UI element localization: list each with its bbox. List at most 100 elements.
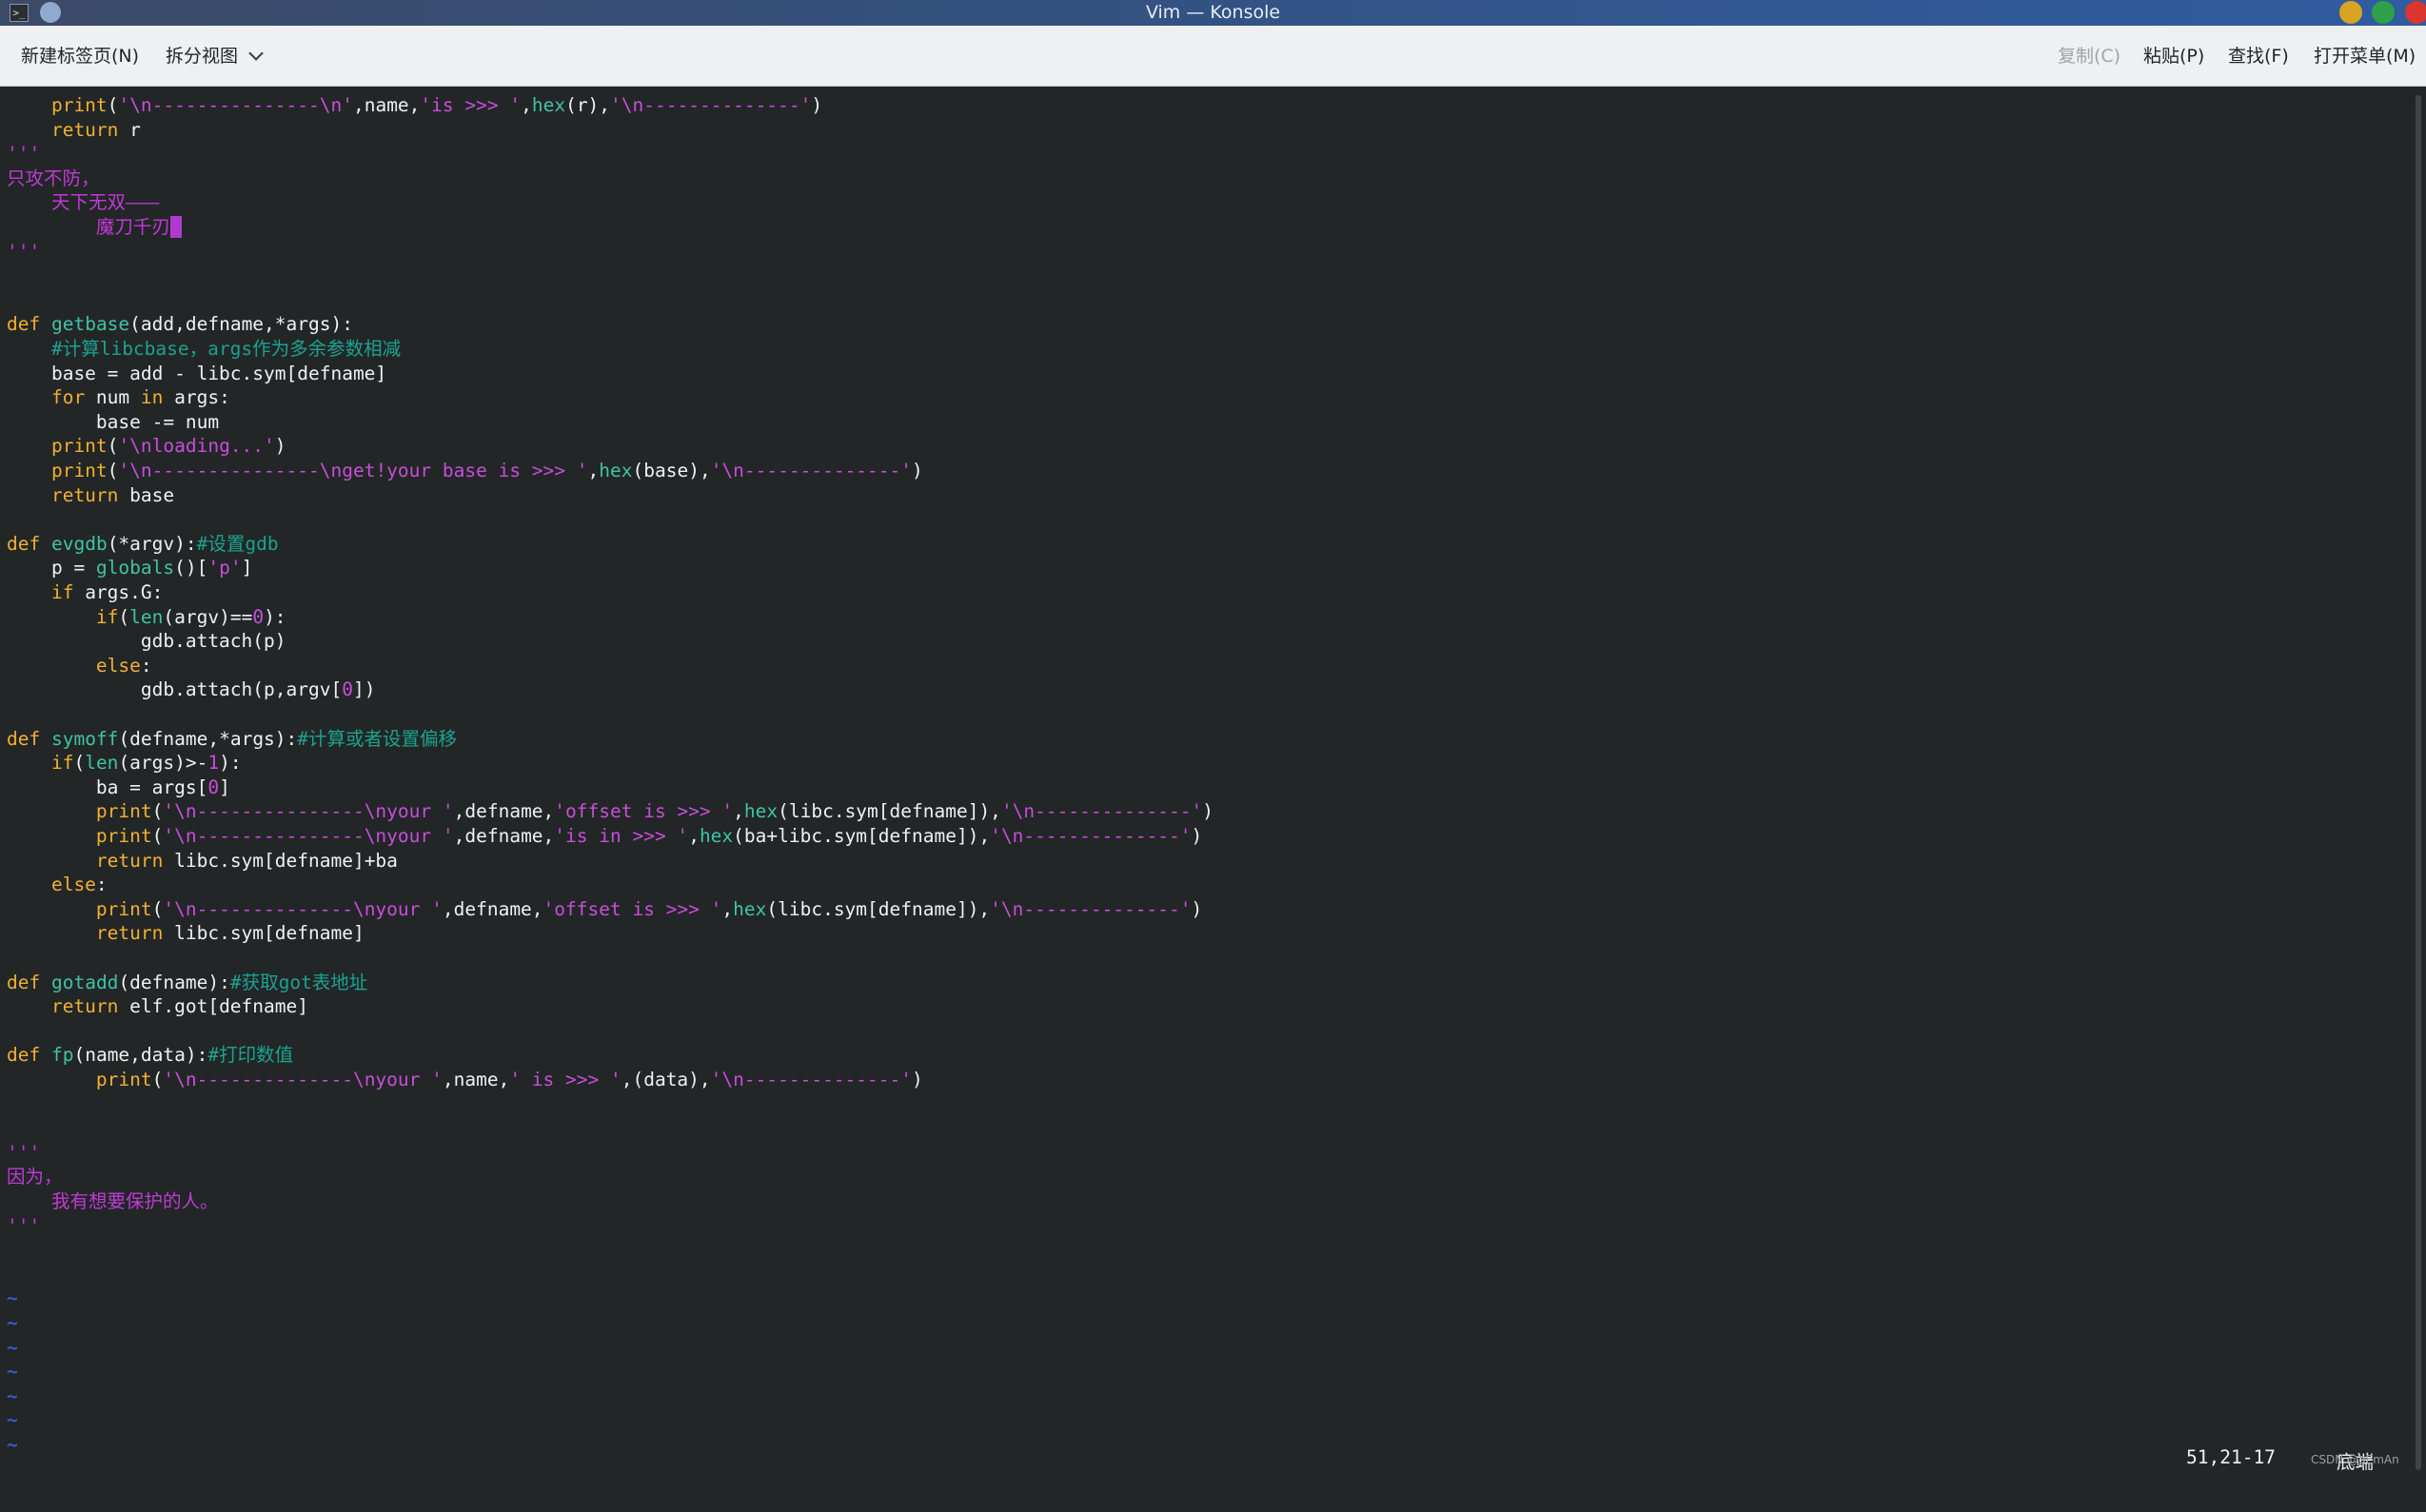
new-tab-button[interactable]: 新建标签页(N) [21, 26, 139, 87]
code-token: ) [1191, 825, 1203, 847]
scrollbar-thumb[interactable] [2416, 95, 2421, 1470]
code-line[interactable]: def symoff(defname,*args):#计算或者设置偏移 [7, 727, 457, 751]
code-line[interactable]: if(len(args)>-1): [7, 751, 242, 775]
code-token: (name,data): [73, 1044, 208, 1067]
code-line[interactable]: if args.G: [7, 580, 163, 604]
code-token: ): [264, 605, 286, 628]
code-line[interactable]: base = add - libc.sym[defname] [7, 362, 386, 385]
code-line[interactable]: return base [7, 483, 174, 507]
code-line[interactable]: def getbase(add,defname,*args): [7, 312, 353, 336]
code-token: '\n--------------' [610, 94, 812, 116]
code-token: '\n--------------' [990, 897, 1192, 920]
empty-line-marker: ~ [7, 1434, 18, 1456]
code-line[interactable]: ~ [7, 1286, 18, 1310]
code-line[interactable]: else: [7, 873, 108, 896]
code-token: hex [531, 94, 566, 116]
code-line[interactable]: def evgdb(*argv):#设置gdb [7, 532, 279, 556]
code-token: print [7, 94, 108, 116]
code-line[interactable]: ~ [7, 1311, 18, 1335]
code-line[interactable]: def gotadd(defname):#获取got表地址 [7, 971, 367, 994]
code-line[interactable]: ''' [7, 1141, 40, 1165]
code-token: ] [219, 776, 230, 798]
code-line[interactable]: print('\n--------------\nyour ',name,' i… [7, 1068, 923, 1091]
code-token: for [7, 386, 86, 409]
code-token: return [7, 922, 164, 945]
code-line[interactable]: print('\n---------------\nyour ',defname… [7, 799, 1213, 823]
code-token: ,defname, [442, 897, 543, 920]
code-token: ( [107, 94, 119, 116]
code-token: '\n---------------\n' [118, 94, 353, 116]
code-line[interactable]: ''' [7, 240, 40, 264]
code-token: '\n---------------\nyour ' [163, 825, 454, 847]
code-line[interactable]: ~ [7, 1433, 18, 1457]
copy-button[interactable]: 复制(C) [2058, 26, 2120, 87]
code-token: args.G: [73, 581, 164, 603]
code-line[interactable]: for num in args: [7, 385, 230, 409]
code-line[interactable]: ~ [7, 1408, 18, 1432]
split-view-label: 拆分视图 [166, 46, 239, 67]
code-line[interactable]: #计算libcbase，args作为多余参数相减 [7, 337, 401, 361]
code-line[interactable]: print('\nloading...') [7, 434, 286, 458]
paste-button[interactable]: 粘贴(P) [2143, 26, 2204, 87]
code-token: gotadd [50, 971, 119, 993]
code-line[interactable]: ba = args[0] [7, 776, 230, 799]
code-token: globals [95, 557, 175, 579]
code-token: libc.sym[defname]+ba [163, 849, 398, 872]
code-line[interactable]: return r [7, 118, 141, 142]
code-line[interactable]: return libc.sym[defname]+ba [7, 849, 398, 873]
code-line[interactable]: print('\n---------------\nget!your base … [7, 459, 923, 482]
code-token: else [7, 874, 96, 896]
code-line[interactable]: ~ [7, 1384, 18, 1408]
close-button[interactable] [2405, 1, 2426, 24]
code-token: '\nloading...' [118, 435, 275, 458]
find-button[interactable]: 查找(F) [2228, 26, 2289, 87]
code-token: (defname,*args): [118, 727, 298, 750]
code-line[interactable]: def fp(name,data):#打印数值 [7, 1043, 293, 1067]
code-line[interactable]: ~ [7, 1360, 18, 1384]
code-token: ( [151, 897, 164, 920]
code-line[interactable]: return elf.got[defname] [7, 994, 308, 1018]
code-token: print [7, 435, 108, 458]
code-token: hex [699, 825, 734, 847]
split-view-button[interactable]: 拆分视图 [166, 26, 264, 87]
code-line[interactable]: p = globals()['p'] [7, 556, 252, 579]
code-line[interactable]: 我有想要保护的人。 [7, 1189, 219, 1213]
code-token: 天下无双——— [7, 191, 160, 214]
code-line[interactable]: 天下无双——— [7, 190, 159, 214]
code-token: '\n--------------' [990, 825, 1192, 847]
code-line[interactable]: print('\n--------------\nyour ',defname,… [7, 897, 1202, 921]
title-bar[interactable]: >_ Vim — Konsole [0, 0, 2426, 26]
code-line[interactable]: ~ [7, 1336, 18, 1360]
code-token: elf.got[defname] [118, 995, 308, 1018]
code-line[interactable]: if(len(argv)==0): [7, 605, 286, 629]
code-line[interactable]: base -= num [7, 410, 219, 434]
code-token: len [129, 605, 164, 628]
code-token: ( [107, 435, 119, 458]
code-line[interactable]: print('\n---------------\n',name,'is >>>… [7, 93, 822, 117]
code-token: #获取got表地址 [229, 971, 368, 993]
minimize-button[interactable] [2339, 1, 2362, 24]
code-token: (libc.sym[defname]), [778, 800, 1001, 823]
code-token: #计算libcbase，args作为多余参数相减 [50, 338, 402, 360]
code-token: '\n--------------\nyour ' [163, 897, 443, 920]
vim-editor[interactable]: print('\n---------------\n',name,'is >>>… [0, 87, 2408, 1478]
open-menu-button[interactable]: 打开菜单(M) [2314, 26, 2416, 87]
code-line[interactable]: 因为， [7, 1165, 63, 1188]
code-line[interactable]: print('\n---------------\nyour ',defname… [7, 824, 1202, 848]
code-line[interactable]: 魔刀千刃 [7, 215, 182, 239]
code-line[interactable]: gdb.attach(p) [7, 629, 286, 653]
konsole-toolbar: 新建标签页(N) 拆分视图 复制(C) 粘贴(P) 查找(F) 打开菜单(M) [0, 26, 2426, 87]
code-line[interactable]: return libc.sym[defname] [7, 921, 365, 945]
code-token: : [140, 654, 152, 677]
maximize-button[interactable] [2372, 1, 2395, 24]
code-line[interactable]: 只攻不防， [7, 167, 100, 190]
code-token: 'offset is >>> ' [554, 800, 734, 823]
code-token: getbase [50, 313, 130, 336]
code-line[interactable]: ''' [7, 142, 40, 166]
code-token: base = add - libc.sym[defname] [7, 362, 387, 384]
code-line[interactable]: ''' [7, 1214, 40, 1238]
code-line[interactable]: gdb.attach(p,argv[0]) [7, 677, 376, 701]
code-line[interactable]: else: [7, 654, 152, 677]
